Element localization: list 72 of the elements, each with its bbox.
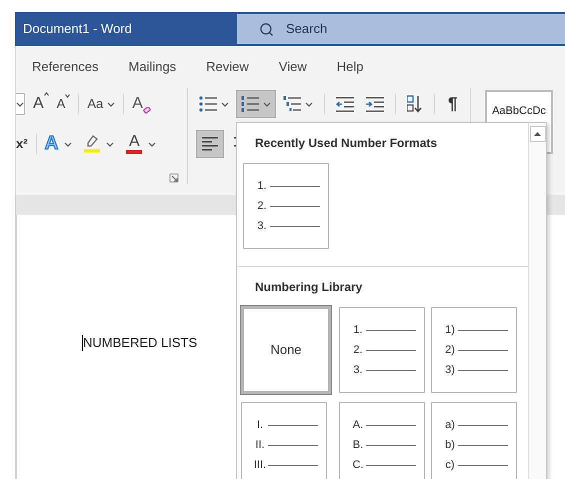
multilevel-list-icon — [283, 96, 301, 112]
change-case-button[interactable]: Aa — [87, 94, 116, 114]
scrollbar[interactable] — [528, 123, 546, 479]
text-cursor — [82, 334, 83, 351]
list-marker: II. — [254, 440, 266, 450]
grow-font-button[interactable]: A — [33, 92, 49, 116]
highlighter-icon — [84, 135, 100, 153]
numbering-format-option[interactable]: None — [241, 306, 331, 394]
search-icon — [259, 22, 274, 36]
increase-indent-icon — [366, 96, 384, 112]
caret-icon — [107, 102, 116, 106]
list-marker: C. — [352, 460, 364, 470]
list-marker: A. — [352, 420, 364, 430]
font-color-bar — [126, 150, 142, 154]
caret-icon — [305, 102, 313, 106]
window-title: Document1 - Word — [22, 20, 133, 38]
up-arrow-icon — [534, 132, 541, 136]
list-marker: c) — [444, 460, 456, 470]
bulleted-list-icon — [199, 96, 217, 112]
scroll-up-button[interactable] — [530, 126, 546, 142]
ribbon-tab[interactable]: References — [32, 46, 98, 88]
dialog-launcher-icon[interactable] — [169, 173, 179, 183]
decrease-indent-icon — [336, 96, 354, 112]
ribbon-tab[interactable]: View — [278, 46, 307, 88]
ribbon-tab[interactable]: Review — [206, 46, 249, 88]
superscript-button[interactable]: x² — [16, 134, 28, 154]
caret-down-icon — [65, 94, 70, 98]
list-marker: 2) — [444, 344, 456, 356]
list-marker: 3. — [352, 364, 364, 376]
caret-icon — [221, 102, 229, 106]
numbering-format-option[interactable]: I. II. III. — [241, 402, 327, 479]
list-marker: I. — [256, 420, 264, 430]
numbering-format-option[interactable]: 1) 2) 3) — [431, 307, 517, 393]
show-marks-button[interactable]: ¶ — [441, 90, 464, 118]
ribbon-tab[interactable]: Help — [336, 46, 364, 88]
caret-icon — [106, 142, 114, 146]
caret-icon — [64, 142, 72, 146]
list-marker: 1) — [444, 324, 456, 336]
list-marker: a) — [444, 420, 456, 430]
align-left-icon — [202, 137, 218, 151]
numbering-button[interactable] — [236, 90, 276, 118]
list-marker: 3. — [256, 220, 268, 232]
numbering-format-option[interactable]: 1. 2. 3. — [243, 163, 329, 249]
search-field[interactable]: Search — [237, 14, 565, 44]
numbered-list-icon — [241, 96, 259, 112]
list-marker: 2. — [352, 344, 364, 356]
font-color-button[interactable]: A — [126, 134, 156, 154]
list-marker: III. — [252, 460, 268, 470]
list-marker: 1. — [352, 324, 364, 336]
list-marker: 2. — [256, 200, 268, 212]
numbering-format-option[interactable]: A. B. C. — [339, 402, 425, 479]
list-marker: B. — [352, 440, 364, 450]
shrink-font-button[interactable]: A — [56, 94, 70, 114]
ribbon-tab[interactable]: Mailings — [128, 46, 176, 88]
document-text: NUMBERED LISTS — [83, 334, 198, 352]
list-marker: 3) — [444, 364, 456, 376]
section-heading: Numbering Library — [254, 279, 364, 296]
clear-formatting-button[interactable]: A — [132, 92, 151, 116]
list-marker: 1. — [256, 180, 268, 192]
section-heading: Recently Used Number Formats — [254, 135, 438, 152]
caret-icon — [16, 102, 24, 106]
font-size-field[interactable] — [16, 93, 25, 115]
numbering-format-option[interactable]: a) b) c) — [431, 402, 517, 479]
list-marker: b) — [444, 440, 456, 450]
numbering-format-option[interactable]: 1. 2. 3. — [339, 307, 425, 393]
highlight-button[interactable] — [84, 135, 114, 153]
eraser-icon — [142, 107, 151, 114]
caret-icon — [263, 102, 271, 106]
caret-icon — [148, 142, 156, 146]
caret-up-icon — [44, 92, 49, 96]
align-left-button[interactable] — [196, 130, 224, 158]
sort-icon — [407, 95, 423, 113]
